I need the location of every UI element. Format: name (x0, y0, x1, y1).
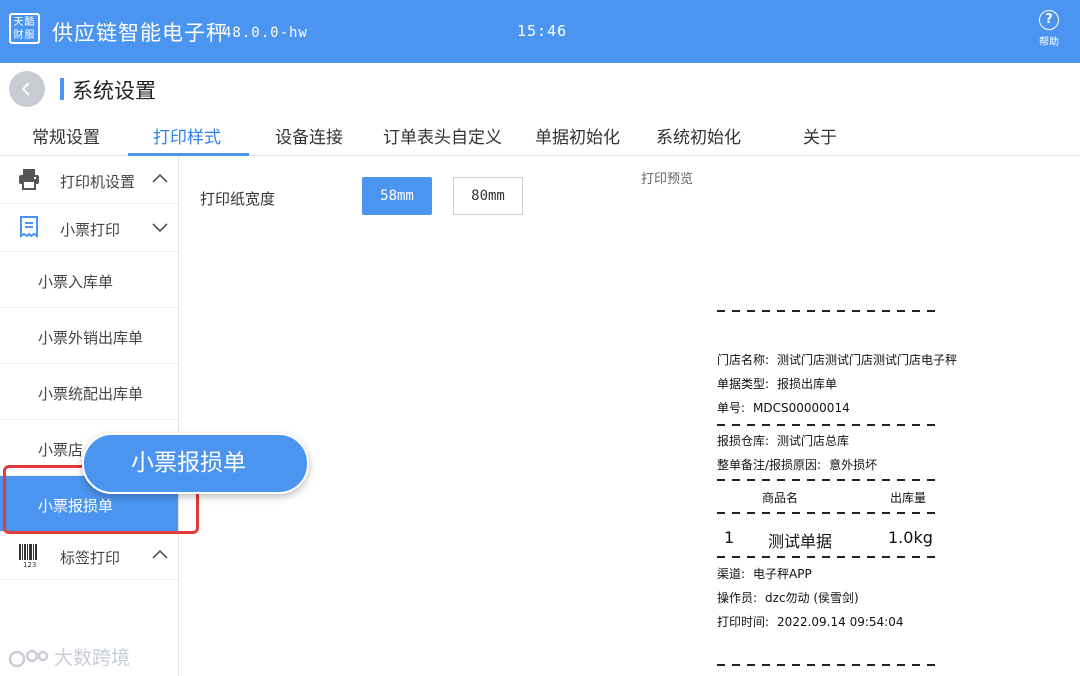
app-logo: 天酷 财服 (9, 13, 40, 44)
receipt-key: 单号: (717, 401, 746, 415)
receipt-operator-line: 操作员: dzc勿动 (侯雪剑) (717, 589, 859, 606)
receipt-value: 报损出库单 (777, 377, 838, 391)
receipt-doc-no-line: 单号: MDCS00000014 (717, 399, 850, 416)
clock: 15:46 (517, 22, 568, 40)
receipt-value: MDCS00000014 (753, 401, 850, 415)
settings-tabs: 常规设置 打印样式 设备连接 订单表头自定义 单据初始化 系统初始化 关于 (0, 118, 1080, 156)
sidebar-group-label: 标签打印 (60, 549, 121, 567)
receipt-value: 测试门店测试门店测试门店电子秤 (777, 353, 958, 367)
sidebar-group-printer-settings[interactable]: 打印机设置 (0, 156, 178, 204)
top-bar: 天酷 财服 供应链智能电子秤 48.0.0-hw 15:46 ? 帮助 (0, 0, 1080, 63)
tab-document-init[interactable]: 单据初始化 (535, 123, 620, 156)
watermark: 大数跨境 (8, 643, 130, 670)
help-icon: ? (1039, 10, 1059, 30)
tab-print-style[interactable]: 打印样式 (153, 123, 221, 156)
barcode-icon: 123 (19, 544, 37, 567)
receipt-value: 2022.09.14 09:54:04 (777, 615, 904, 629)
sidebar-item-receipt-inbound[interactable]: 小票入库单 (0, 252, 178, 308)
receipt-key: 报损仓库: (717, 434, 770, 448)
receipt-divider (717, 424, 942, 426)
receipt-print-time-line: 打印时间: 2022.09.14 09:54:04 (717, 613, 903, 630)
receipt-warehouse-line: 报损仓库: 测试门店总库 (717, 432, 849, 449)
page-title: 系统设置 (72, 79, 156, 103)
receipt-divider (717, 479, 942, 481)
tab-device-connection[interactable]: 设备连接 (275, 123, 343, 156)
receipt-divider (717, 664, 942, 666)
receipt-value: 电子秤APP (753, 567, 812, 581)
printer-icon (19, 169, 39, 190)
brand-logo-icon (8, 649, 49, 667)
sidebar-item-label: 小票外销出库单 (38, 329, 144, 347)
chevron-up-icon (152, 173, 168, 183)
sidebar-item-label: 小票入库单 (38, 273, 114, 291)
receipt-store-line: 门店名称: 测试门店测试门店测试门店电子秤 (717, 351, 957, 368)
annotation-callout: 小票报损单 (82, 433, 309, 494)
receipt-value: dzc勿动 (侯雪剑) (765, 591, 859, 605)
paper-80mm-button[interactable]: 80mm (453, 177, 523, 215)
receipt-divider (717, 310, 942, 312)
tab-about[interactable]: 关于 (803, 123, 837, 156)
sidebar-group-label: 打印机设置 (60, 173, 136, 191)
sidebar-group-label-print[interactable]: 123 标签打印 (0, 532, 178, 580)
app-logo-line-1: 天酷 (13, 17, 36, 28)
receipt-key: 操作员: (717, 591, 758, 605)
sidebar-item-label: 小票店 (38, 441, 84, 459)
back-button[interactable] (9, 71, 45, 107)
receipt-channel-line: 渠道: 电子秤APP (717, 565, 812, 582)
sidebar-item-receipt-external-outbound[interactable]: 小票外销出库单 (0, 308, 178, 364)
receipt-row-name: 测试单据 (768, 532, 833, 551)
sidebar-group-label: 小票打印 (60, 221, 121, 239)
receipt-row-qty: 1.0kg (888, 528, 933, 547)
help-label: 帮助 (1039, 37, 1059, 48)
receipt-key: 单据类型: (717, 377, 770, 391)
receipt-key: 打印时间: (717, 615, 770, 629)
tab-general[interactable]: 常规设置 (32, 123, 100, 156)
receipt-icon (20, 216, 38, 238)
sidebar: 打印机设置 小票打印 小票入库单 小票外销出库单 小票统配出库单 小票店 小票报… (0, 156, 179, 676)
tab-system-init[interactable]: 系统初始化 (656, 123, 741, 156)
app-title: 供应链智能电子秤 (52, 21, 228, 45)
receipt-remark-line: 整单备注/报损原因: 意外损坏 (717, 456, 877, 473)
receipt-divider (717, 556, 942, 558)
sidebar-item-receipt-distribution-outbound[interactable]: 小票统配出库单 (0, 364, 178, 420)
tab-order-header-custom[interactable]: 订单表头自定义 (383, 123, 502, 156)
chevron-left-icon (21, 82, 30, 96)
receipt-value: 意外损坏 (829, 458, 878, 472)
app-version: 48.0.0-hw (223, 25, 308, 41)
receipt-key: 整单备注/报损原因: (717, 458, 822, 472)
paper-58mm-button[interactable]: 58mm (362, 177, 432, 215)
print-preview-title: 打印预览 (641, 172, 694, 187)
watermark-text: 大数跨境 (54, 647, 131, 669)
receipt-value: 测试门店总库 (777, 434, 850, 448)
title-accent-bar (60, 78, 64, 100)
receipt-divider (717, 512, 942, 514)
paper-width-label: 打印纸宽度 (200, 190, 276, 208)
receipt-key: 门店名称: (717, 353, 770, 367)
receipt-key: 渠道: (717, 567, 746, 581)
chevron-down-icon (152, 223, 168, 233)
receipt-column-name: 商品名 (762, 491, 799, 505)
sidebar-group-receipt-print[interactable]: 小票打印 (0, 204, 178, 252)
chevron-up-icon (152, 549, 168, 559)
receipt-doc-type-line: 单据类型: 报损出库单 (717, 375, 837, 392)
receipt-row-index: 1 (724, 528, 735, 547)
barcode-digits: 123 (23, 561, 36, 567)
help-button[interactable]: ? 帮助 (1034, 10, 1064, 48)
app-logo-line-2: 财服 (13, 30, 36, 41)
receipt-column-qty: 出库量 (890, 491, 927, 505)
sidebar-item-label: 小票统配出库单 (38, 385, 144, 403)
